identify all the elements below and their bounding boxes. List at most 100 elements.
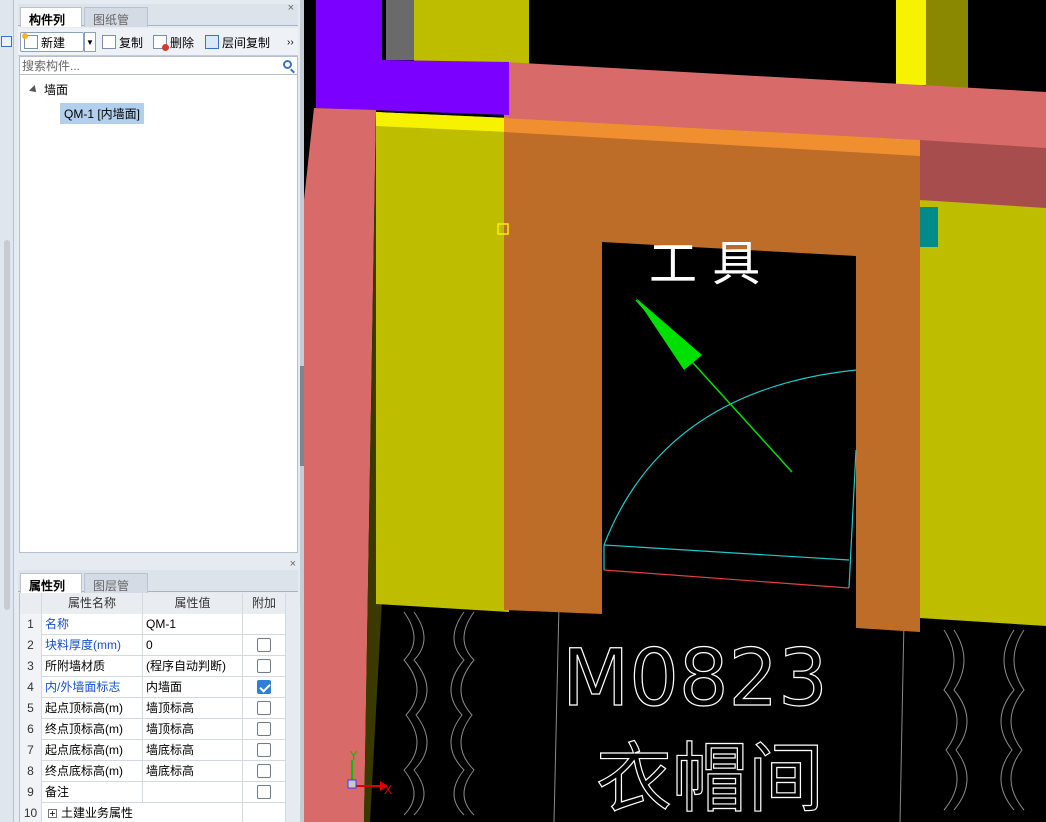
property-extra bbox=[243, 656, 286, 677]
tab-component-list[interactable]: 构件列表 bbox=[20, 7, 82, 44]
property-row[interactable]: 6 终点顶标高(m) 墙顶标高 bbox=[20, 719, 286, 740]
property-row[interactable]: 4 内/外墙面标志 内墙面 bbox=[20, 677, 286, 698]
property-row[interactable]: 7 起点底标高(m) 墙底标高 bbox=[20, 740, 286, 761]
room-name-label: 衣帽间 bbox=[596, 734, 824, 822]
left-strip-scrollbar[interactable] bbox=[4, 240, 10, 610]
property-extra bbox=[243, 782, 286, 803]
grid-view-icon[interactable] bbox=[1, 36, 12, 47]
property-row[interactable]: 3 所附墙材质 (程序自动判断) bbox=[20, 656, 286, 677]
search-input[interactable] bbox=[22, 58, 272, 73]
property-value[interactable]: (程序自动判断) bbox=[143, 656, 243, 677]
new-dropdown-button[interactable]: ▼ bbox=[84, 32, 96, 52]
copy-label: 复制 bbox=[119, 35, 144, 50]
drawing-top-text: 工 具 bbox=[649, 236, 760, 292]
extra-checkbox[interactable] bbox=[257, 659, 271, 673]
property-row[interactable]: 5 起点顶标高(m) 墙顶标高 bbox=[20, 698, 286, 719]
tab-property-list[interactable]: 属性列表 bbox=[20, 573, 82, 610]
extra-checkbox[interactable] bbox=[257, 701, 271, 715]
property-value[interactable]: 墙顶标高 bbox=[143, 719, 243, 740]
property-grid-header: 属性名称 属性值 附加 bbox=[20, 593, 286, 614]
copy-button[interactable]: 复制 bbox=[102, 32, 143, 52]
property-name: 终点底标高(m) bbox=[42, 761, 143, 782]
copy-icon bbox=[102, 35, 116, 49]
axis-x-label: X bbox=[384, 783, 392, 797]
property-name: 终点顶标高(m) bbox=[42, 719, 143, 740]
property-name: 块料厚度(mm) bbox=[42, 635, 143, 656]
extra-checkbox[interactable] bbox=[257, 764, 271, 778]
property-value[interactable]: 墙底标高 bbox=[143, 740, 243, 761]
property-row[interactable]: 8 终点底标高(m) 墙底标高 bbox=[20, 761, 286, 782]
delete-icon bbox=[153, 35, 169, 51]
property-row-num: 6 bbox=[20, 719, 42, 740]
property-value[interactable]: 墙顶标高 bbox=[143, 698, 243, 719]
search-box bbox=[19, 56, 298, 75]
property-row[interactable]: 2 块料厚度(mm) 0 bbox=[20, 635, 286, 656]
layer-copy-button[interactable]: 层间复制 bbox=[205, 32, 270, 52]
tree-item-qm1[interactable]: QM-1 [内墙面] bbox=[60, 103, 145, 124]
property-value[interactable]: 0 bbox=[143, 635, 243, 656]
property-name: 所附墙材质 bbox=[42, 656, 143, 677]
wall-yellow-right-panel bbox=[920, 200, 1046, 626]
close-icon[interactable]: × bbox=[288, 2, 294, 14]
side-panel: 构件列表 图纸管理 × 新建 ▼ 复制 删除 层间复制 ›› bbox=[14, 0, 309, 822]
property-row[interactable]: 10 土建业务属性 bbox=[20, 803, 286, 822]
property-row-num: 1 bbox=[20, 614, 42, 635]
column-pink-left bbox=[304, 108, 376, 822]
search-icon[interactable] bbox=[283, 60, 292, 69]
property-value[interactable] bbox=[143, 782, 243, 803]
property-name: 土建业务属性 bbox=[42, 803, 243, 822]
delete-button[interactable]: 删除 bbox=[153, 32, 194, 52]
property-value[interactable]: QM-1 bbox=[143, 614, 243, 635]
delete-label: 删除 bbox=[170, 35, 195, 50]
extra-checkbox[interactable] bbox=[257, 743, 271, 757]
wall-yellow-right bbox=[896, 0, 926, 85]
extra-checkbox[interactable] bbox=[257, 785, 271, 799]
property-tabbar: 属性列表 图层管理 bbox=[18, 570, 298, 610]
component-tree: 墙面 QM-1 [内墙面] bbox=[19, 75, 298, 553]
new-icon bbox=[22, 33, 38, 49]
property-row-num: 4 bbox=[20, 677, 42, 698]
property-grid: 属性名称 属性值 附加 1 名称 QM-1 2 块料厚度(mm) 0 3 所附墙材质 (程序自动… bbox=[19, 593, 286, 822]
viewport-canvas[interactable]: 工 具 M0823 衣帽间 X Y bbox=[304, 0, 1046, 822]
left-strip bbox=[0, 0, 14, 822]
property-extra bbox=[243, 719, 286, 740]
header-name: 属性名称 bbox=[42, 593, 143, 614]
property-row[interactable]: 9 备注 bbox=[20, 782, 286, 803]
layer-copy-label: 层间复制 bbox=[222, 35, 271, 50]
property-value[interactable]: 墙底标高 bbox=[143, 761, 243, 782]
property-extra bbox=[243, 803, 286, 822]
cad-viewport[interactable]: 工 具 M0823 衣帽间 X Y bbox=[304, 0, 1046, 822]
header-value: 属性值 bbox=[143, 593, 243, 614]
property-value[interactable]: 内墙面 bbox=[143, 677, 243, 698]
property-extra bbox=[243, 677, 286, 698]
wall-olive-right bbox=[926, 0, 968, 88]
new-button[interactable]: 新建 bbox=[20, 32, 84, 52]
door-code-label: M0823 bbox=[562, 634, 828, 724]
tab-layer-management[interactable]: 图层管理 bbox=[84, 573, 148, 610]
property-row[interactable]: 1 名称 QM-1 bbox=[20, 614, 286, 635]
property-extra bbox=[243, 698, 286, 719]
door-opening bbox=[602, 242, 856, 588]
property-name: 起点顶标高(m) bbox=[42, 698, 143, 719]
teal-block bbox=[920, 207, 938, 247]
component-tabbar: 构件列表 图纸管理 × bbox=[18, 2, 298, 44]
property-extra bbox=[243, 740, 286, 761]
close-icon[interactable]: × bbox=[290, 558, 296, 570]
extra-checkbox[interactable] bbox=[257, 680, 271, 694]
property-extra bbox=[243, 614, 286, 635]
extra-checkbox[interactable] bbox=[257, 638, 271, 652]
property-name: 备注 bbox=[42, 782, 143, 803]
tab-drawing-management[interactable]: 图纸管理 bbox=[84, 7, 148, 44]
property-row-num: 9 bbox=[20, 782, 42, 803]
tree-node-wall-surface[interactable]: 墙面 bbox=[29, 81, 68, 98]
extra-checkbox[interactable] bbox=[257, 722, 271, 736]
property-name: 内/外墙面标志 bbox=[42, 677, 143, 698]
expand-plus-icon[interactable] bbox=[48, 809, 57, 818]
property-row-num: 3 bbox=[20, 656, 42, 677]
tree-expand-icon[interactable] bbox=[29, 84, 39, 95]
property-group-label: 土建业务属性 bbox=[61, 806, 134, 820]
property-name: 名称 bbox=[42, 614, 143, 635]
wall-yellow-left bbox=[376, 112, 509, 612]
property-row-num: 8 bbox=[20, 761, 42, 782]
toolbar-overflow-button[interactable]: ›› bbox=[287, 32, 294, 52]
